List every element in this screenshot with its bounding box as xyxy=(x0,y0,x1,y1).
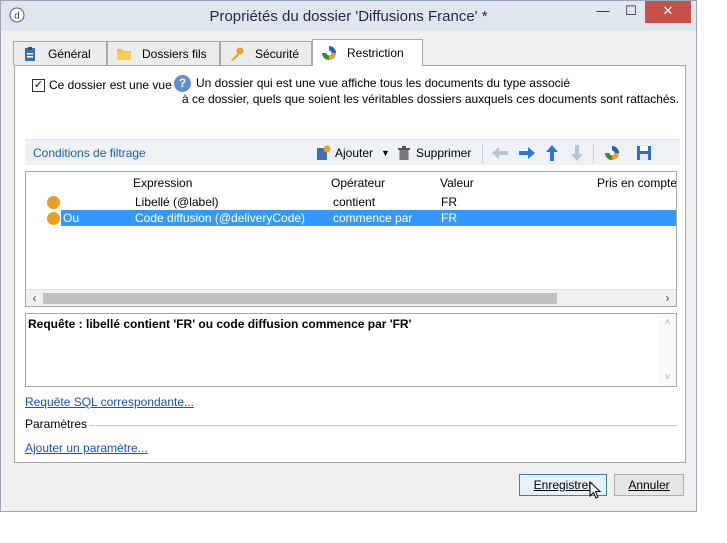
cancel-button[interactable]: Annuler xyxy=(614,474,684,496)
save-disk-icon[interactable] xyxy=(636,144,652,162)
delete-label: Supprimer xyxy=(416,146,472,160)
arrow-right-icon[interactable] xyxy=(518,144,536,162)
column-header-pris-en-compte[interactable]: Pris en compte xyxy=(597,176,676,190)
column-header-expression[interactable]: Expression xyxy=(133,176,192,190)
info-text-line2: à ce dossier, quels que soient les vérit… xyxy=(182,92,679,106)
trash-icon xyxy=(398,146,410,160)
parameters-label: Paramètres xyxy=(25,417,88,431)
minimize-button[interactable]: — xyxy=(589,1,617,23)
arrow-left-icon[interactable] xyxy=(491,144,509,162)
column-header-value[interactable]: Valeur xyxy=(440,176,474,190)
maximize-button[interactable]: ☐ xyxy=(617,1,645,23)
key-icon xyxy=(231,47,244,61)
mouse-cursor-icon xyxy=(589,481,602,499)
expression-cell: Libellé (@label) xyxy=(135,195,219,209)
column-header-operator[interactable]: Opérateur xyxy=(331,176,385,190)
add-button[interactable]: Ajouter ▼ xyxy=(315,144,390,162)
operator-cell: commence par xyxy=(333,211,413,225)
title-bar: d Propriétés du dossier 'Diffusions Fran… xyxy=(1,1,696,31)
grid-header: Expression Opérateur Valeur Pris en comp… xyxy=(26,172,676,192)
folder-icon xyxy=(117,48,131,60)
properties-dialog: d Propriétés du dossier 'Diffusions Fran… xyxy=(0,0,697,512)
scroll-down-icon[interactable]: ˅ xyxy=(659,372,676,383)
value-cell: FR xyxy=(441,211,457,225)
cancel-button-label: Annuler xyxy=(628,478,670,492)
clipboard-icon xyxy=(25,46,35,61)
view-checkbox-label: Ce dossier est une vue xyxy=(49,78,172,92)
tab-label: Sécurité xyxy=(255,46,300,61)
tab-restriction[interactable]: Restriction xyxy=(312,39,423,66)
query-text: Requête : libellé contient 'FR' ou code … xyxy=(28,317,412,331)
tab-securite[interactable]: Sécurité xyxy=(220,41,312,65)
restriction-panel: ✓ Ce dossier est une vue ? Un dossier qu… xyxy=(14,65,686,463)
tab-label: Dossiers fils xyxy=(142,46,207,61)
expression-cell: Code diffusion (@deliveryCode) xyxy=(135,211,306,225)
view-checkbox[interactable]: ✓ xyxy=(32,79,45,92)
toolbar-separator xyxy=(593,144,594,163)
help-icon: ? xyxy=(174,75,191,92)
tab-dossiers-fils[interactable]: Dossiers fils xyxy=(107,41,220,65)
value-cell: FR xyxy=(441,195,457,209)
condition-status-icon xyxy=(47,196,60,209)
filter-refresh-icon[interactable] xyxy=(604,144,620,162)
table-row[interactable]: Libellé (@label) contient FR xyxy=(26,194,676,210)
scroll-left-icon[interactable]: ‹ xyxy=(26,291,43,305)
arrow-down-icon[interactable] xyxy=(569,144,585,162)
filter-icon xyxy=(322,46,336,60)
vertical-scrollbar[interactable]: ˄ ˅ xyxy=(659,314,676,386)
operator-cell: contient xyxy=(333,195,376,209)
add-filter-icon xyxy=(317,145,331,160)
tab-label: Restriction xyxy=(347,46,404,60)
tab-label: Général xyxy=(48,46,91,61)
add-parameter-link[interactable]: Ajouter un paramètre... xyxy=(25,441,148,455)
scrollbar-thumb[interactable] xyxy=(43,293,557,304)
info-text-line1: Un dossier qui est une vue affiche tous … xyxy=(196,76,570,90)
conditions-grid[interactable]: Expression Opérateur Valeur Pris en comp… xyxy=(25,171,677,307)
parameters-divider xyxy=(89,425,677,426)
sql-query-link[interactable]: Requête SQL correspondante... xyxy=(25,395,194,409)
save-button-label: Enregistrer xyxy=(533,478,593,492)
add-label: Ajouter xyxy=(335,146,374,160)
delete-button[interactable]: Supprimer xyxy=(397,144,471,162)
scroll-up-icon[interactable]: ˄ xyxy=(659,317,676,328)
table-row[interactable]: Ou Code diffusion (@deliveryCode) commen… xyxy=(26,210,676,226)
filter-toolbar: Conditions de filtrage Ajouter ▼ Supprim… xyxy=(25,139,680,165)
horizontal-scrollbar[interactable]: ‹ › xyxy=(26,289,676,306)
logic-prefix-cell: Ou xyxy=(63,211,80,225)
scroll-right-icon[interactable]: › xyxy=(659,291,676,305)
close-button[interactable]: ✕ xyxy=(645,1,691,23)
tab-general[interactable]: Général xyxy=(13,41,107,65)
toolbar-separator xyxy=(482,144,483,163)
arrow-up-icon[interactable] xyxy=(544,144,560,162)
query-summary-box[interactable]: Requête : libellé contient 'FR' ou code … xyxy=(25,313,677,387)
chevron-down-icon[interactable]: ▼ xyxy=(381,148,390,158)
filter-conditions-title: Conditions de filtrage xyxy=(33,146,146,160)
condition-status-icon xyxy=(47,212,60,225)
